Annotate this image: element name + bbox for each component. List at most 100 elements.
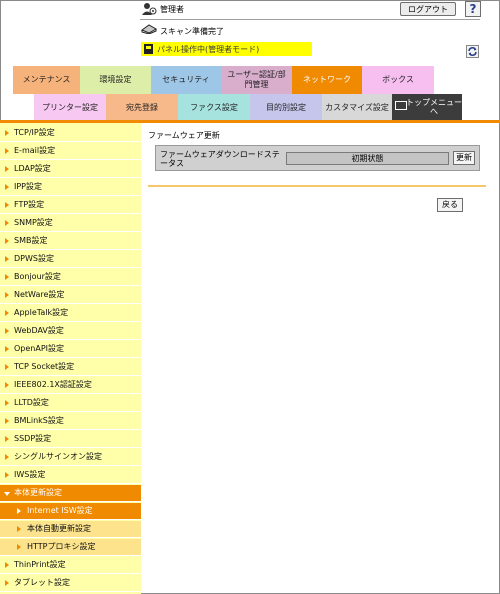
refresh-icon[interactable] <box>466 45 479 58</box>
sidebar: TCP/IP設定 E-mail設定 LDAP設定 IPP設定 FTP設定 SNM… <box>0 123 141 594</box>
arrow-right-icon <box>5 292 9 298</box>
sidebar-item-label: 本体更新設定 <box>14 488 62 497</box>
sidebar-item-openapi[interactable]: OpenAPI設定 <box>0 341 141 358</box>
sidebar-item-bmlinks[interactable]: BMLinkS設定 <box>0 413 141 430</box>
sidebar-item-label: HTTPプロキシ設定 <box>27 542 96 551</box>
sidebar-item-snmp[interactable]: SNMP設定 <box>0 215 141 232</box>
sidebar-item-label: IWS設定 <box>14 470 46 479</box>
sidebar-item-ieee8021x[interactable]: IEEE802.1X認証設定 <box>0 377 141 394</box>
arrow-right-icon <box>5 454 9 460</box>
sidebar-item-appletalk[interactable]: AppleTalk設定 <box>0 305 141 322</box>
logout-button[interactable]: ログアウト <box>400 2 456 16</box>
arrow-right-icon <box>17 544 21 550</box>
sidebar-item-label: NetWare設定 <box>14 290 65 299</box>
tab-network[interactable]: ネットワーク <box>292 66 362 94</box>
sidebar-item-ssdp[interactable]: SSDP設定 <box>0 431 141 448</box>
arrow-right-icon <box>5 580 9 586</box>
sidebar-item-label: LDAP設定 <box>14 164 51 173</box>
sidebar-item-netware[interactable]: NetWare設定 <box>0 287 141 304</box>
arrow-right-icon <box>5 418 9 424</box>
arrow-right-icon <box>17 508 21 514</box>
tab-security[interactable]: セキュリティ <box>151 66 221 94</box>
admin-user-icon <box>142 3 157 15</box>
sidebar-item-single-sign-on[interactable]: シングルサインオン設定 <box>0 449 141 466</box>
firmware-status-label: ファームウェアダウンロードステータス <box>160 150 280 168</box>
sidebar-item-label: TCP/IP設定 <box>14 128 55 137</box>
arrow-right-icon <box>5 562 9 568</box>
arrow-right-icon <box>5 346 9 352</box>
tab-printer-settings[interactable]: プリンター設定 <box>34 94 106 120</box>
sidebar-item-webdav[interactable]: WebDAV設定 <box>0 323 141 340</box>
arrow-right-icon <box>5 184 9 190</box>
sidebar-item-label: SSDP設定 <box>14 434 52 443</box>
update-button[interactable]: 更新 <box>453 151 475 165</box>
sidebar-item-ftp[interactable]: FTP設定 <box>0 197 141 214</box>
sidebar-item-tcp-socket[interactable]: TCP Socket設定 <box>0 359 141 376</box>
sidebar-item-bonjour[interactable]: Bonjour設定 <box>0 269 141 286</box>
main-tab-bar: メンテナンス 環境設定 セキュリティ ユーザー認証/部門管理 ネットワーク ボッ… <box>13 66 434 94</box>
arrow-right-icon <box>5 148 9 154</box>
sidebar-item-label: AppleTalk設定 <box>14 308 69 317</box>
scan-status-text: スキャン準備完了 <box>160 27 224 36</box>
arrow-right-icon <box>5 220 9 226</box>
sidebar-item-label: BMLinkS設定 <box>14 416 64 425</box>
sidebar-item-label: Bonjour設定 <box>14 272 61 281</box>
sidebar-item-label: SNMP設定 <box>14 218 53 227</box>
tab-customize-settings[interactable]: カスタマイズ設定 <box>322 94 392 120</box>
arrow-right-icon <box>5 310 9 316</box>
sidebar-item-ipp[interactable]: IPP設定 <box>0 179 141 196</box>
panel-lock-icon <box>144 44 153 54</box>
header-divider <box>140 19 480 20</box>
sidebar-item-label: LLTD設定 <box>14 398 49 407</box>
sidebar-item-label: 本体自動更新設定 <box>27 524 91 533</box>
sidebar-item-ldap[interactable]: LDAP設定 <box>0 161 141 178</box>
arrow-right-icon <box>5 436 9 442</box>
sidebar-item-iws[interactable]: IWS設定 <box>0 467 141 484</box>
arrow-right-icon <box>5 274 9 280</box>
panel-status-text: パネル操作中(管理者モード) <box>157 45 260 54</box>
sidebar-item-label: FTP設定 <box>14 200 45 209</box>
firmware-status-row: ファームウェアダウンロードステータス 初期状態 更新 <box>155 145 480 171</box>
arrow-right-icon <box>5 256 9 262</box>
arrow-right-icon <box>5 328 9 334</box>
tab-address-registration[interactable]: 宛先登録 <box>106 94 178 120</box>
arrow-right-icon <box>5 130 9 136</box>
tab-box[interactable]: ボックス <box>362 66 434 94</box>
arrow-right-icon <box>5 382 9 388</box>
arrow-right-icon <box>5 166 9 172</box>
sidebar-item-label: TCP Socket設定 <box>14 362 75 371</box>
tab-fax-settings[interactable]: ファクス設定 <box>178 94 250 120</box>
tab-user-auth[interactable]: ユーザー認証/部門管理 <box>221 66 292 94</box>
sidebar-item-thinprint[interactable]: ThinPrint設定 <box>0 557 141 574</box>
arrow-right-icon <box>5 472 9 478</box>
arrow-right-icon <box>5 202 9 208</box>
sidebar-item-smb[interactable]: SMB設定 <box>0 233 141 250</box>
panel-status-banner: パネル操作中(管理者モード) <box>141 42 312 56</box>
sidebar-item-email[interactable]: E-mail設定 <box>0 143 141 160</box>
sidebar-subitem-http-proxy[interactable]: HTTPプロキシ設定 <box>0 539 141 556</box>
sidebar-item-dpws[interactable]: DPWS設定 <box>0 251 141 268</box>
sub-tab-bar: プリンター設定 宛先登録 ファクス設定 目的別設定 カスタマイズ設定 トップメニ… <box>34 94 462 120</box>
sidebar-item-label: Internet ISW設定 <box>27 506 93 515</box>
sidebar-item-lltd[interactable]: LLTD設定 <box>0 395 141 412</box>
tab-top-menu[interactable]: トップメニューへ <box>392 94 462 120</box>
sidebar-item-tcpip[interactable]: TCP/IP設定 <box>0 125 141 142</box>
tab-purpose-settings[interactable]: 目的別設定 <box>250 94 322 120</box>
sidebar-subitem-internet-isw[interactable]: Internet ISW設定 <box>0 503 141 520</box>
tab-maintenance[interactable]: メンテナンス <box>13 66 80 94</box>
sidebar-subitem-auto-update[interactable]: 本体自動更新設定 <box>0 521 141 538</box>
tab-environment[interactable]: 環境設定 <box>80 66 151 94</box>
help-button[interactable]: ? <box>465 1 481 17</box>
sidebar-item-label: タブレット設定 <box>14 578 70 587</box>
scanner-icon <box>141 24 157 34</box>
sidebar-item-tablet[interactable]: タブレット設定 <box>0 575 141 592</box>
sidebar-item-firmware-update[interactable]: 本体更新設定 <box>0 485 141 502</box>
sidebar-item-label: IEEE802.1X認証設定 <box>14 380 92 389</box>
sidebar-item-label: WebDAV設定 <box>14 326 64 335</box>
back-button[interactable]: 戻る <box>437 198 463 212</box>
firmware-status-value: 初期状態 <box>286 152 449 165</box>
content-divider <box>148 185 486 187</box>
arrow-right-icon <box>5 238 9 244</box>
sidebar-item-label: IPP設定 <box>14 182 43 191</box>
sidebar-item-label: OpenAPI設定 <box>14 344 65 353</box>
